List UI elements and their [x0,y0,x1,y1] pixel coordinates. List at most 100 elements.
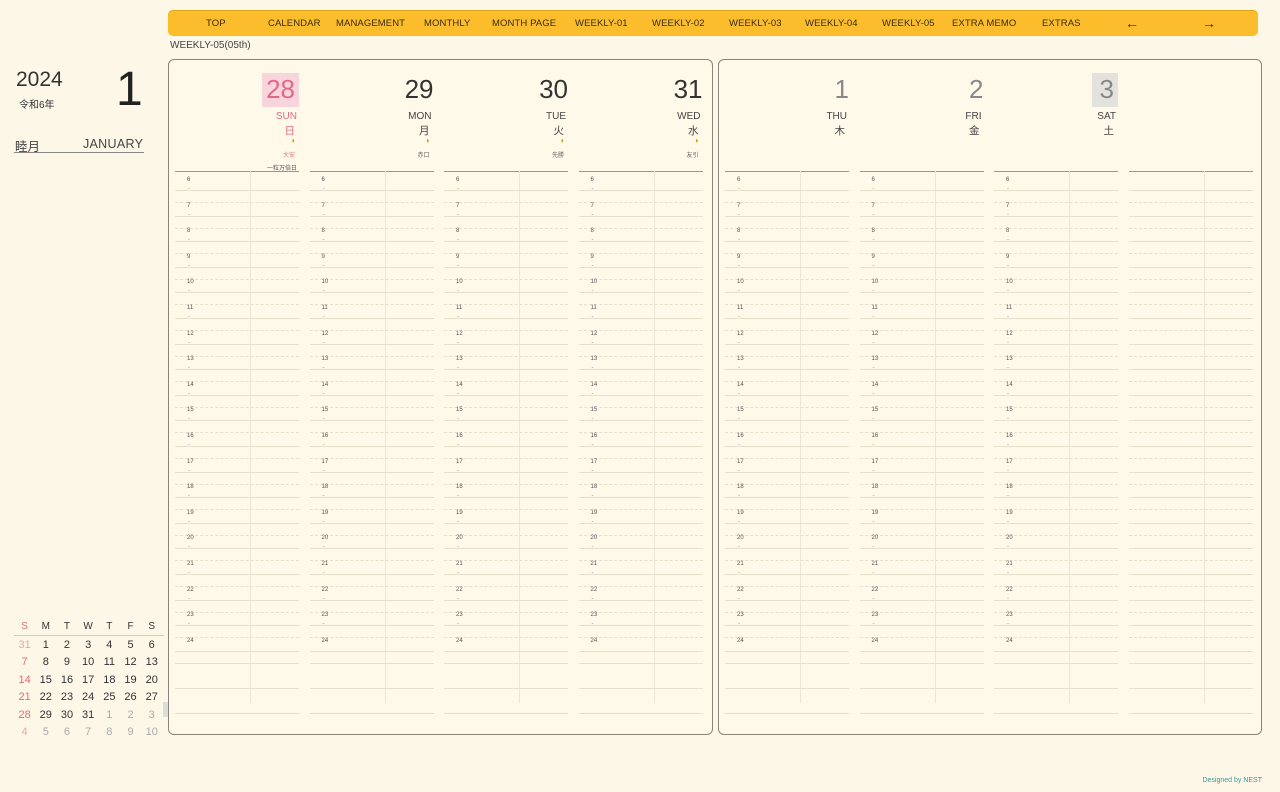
hour-grid-sat[interactable]: 6 - 7 - 8 - 9 - 10 - 11 - 12 - 13 - 14 - 15 - 16 - 17 - 18 - 19 - 20… [994,171,1118,715]
rokuyo-label: 友引 [686,153,699,159]
mini-calendar-day[interactable]: 1 [99,709,120,721]
hour-label: 6 [590,177,594,183]
hour-line [994,625,1118,627]
mini-calendar-day[interactable]: 4 [99,639,120,651]
mini-calendar-day[interactable]: 12 [120,656,141,668]
half-hour-mark: - [591,314,594,320]
mini-calendar-day[interactable]: 29 [35,709,56,721]
hour-line [444,625,568,627]
mini-calendar-day[interactable]: 27 [141,691,162,703]
mini-calendar-day[interactable]: 8 [35,656,56,668]
mini-calendar-day[interactable]: 2 [120,709,141,721]
notes-column[interactable] [1128,171,1253,715]
mini-calendar-day[interactable]: 31 [14,639,35,651]
hour-line [1128,190,1253,191]
half-hour-mark: - [872,570,875,576]
mini-calendar-day[interactable]: 18 [99,674,120,686]
mini-calendar-day[interactable]: 6 [141,639,162,651]
mini-calendar-day[interactable]: 4 [14,726,35,738]
day-number[interactable]: 30 [539,76,568,102]
half-hour-mark: - [322,237,325,244]
day-number[interactable]: 28 [262,73,299,107]
mini-calendar-day[interactable]: 7 [14,656,35,668]
month-number[interactable]: 1 [116,66,143,114]
mini-calendar-day[interactable]: 30 [56,709,77,721]
day-number[interactable]: 31 [674,76,703,102]
nav-month-page[interactable]: MONTH PAGE [492,18,556,29]
hour-line [444,420,568,422]
nav-weekly-02[interactable]: WEEKLY-02 [652,18,705,29]
half-hour-mark: - [188,262,190,269]
mini-calendar-day[interactable]: 3 [141,709,162,721]
day-number[interactable]: 2 [969,76,983,102]
mini-calendar-day[interactable]: 5 [120,639,141,651]
nav-weekly-05[interactable]: WEEKLY-05 [882,18,935,29]
mini-calendar-day[interactable]: 13 [141,656,162,668]
next-arrow-icon[interactable]: → [1202,15,1216,31]
hour-line [578,318,703,319]
mini-calendar-day[interactable]: 21 [14,691,35,703]
half-hour-mark: - [1007,288,1009,295]
hour-line [309,574,434,575]
half-hour-mark: - [188,493,190,500]
hour-grid-thu[interactable]: 6 - 7 - 8 - 9 - 10 - 11 - 12 - 13 - 14 - 15 - 16 - 17 - 18 - 19 - 20… [725,171,849,715]
hour-grid-wed[interactable]: 6 - 7 - 8 - 9 - 10 - 11 - 12 - 13 - 14 - 15 - 16 - 17 - 18 - 19 - 20… [578,171,703,715]
nav-weekly-03[interactable]: WEEKLY-03 [729,18,782,29]
hour-line [578,599,703,601]
nav-calendar[interactable]: CALENDAR [268,18,321,29]
hour-grid-tue[interactable]: 6 - 7 - 8 - 9 - 10 - 11 - 12 - 13 - 14 - 15 - 16 - 17 - 18 - 19 - 20… [444,171,568,715]
mini-calendar-day[interactable]: 3 [78,639,99,651]
mini-calendar-day[interactable]: 10 [141,726,162,738]
mini-calendar-day[interactable]: 15 [35,674,56,686]
memo-line [578,688,703,690]
mini-calendar-day[interactable]: 7 [78,726,99,738]
mini-calendar-day[interactable]: 8 [99,726,120,738]
hour-label: 17 [456,458,463,465]
day-number[interactable]: 3 [1091,73,1118,107]
hour-line [725,394,849,396]
nav-top[interactable]: TOP [206,18,226,29]
mini-calendar-day[interactable]: 26 [120,691,141,703]
mini-calendar-day[interactable]: 31 [78,709,99,721]
mini-calendar-day[interactable]: 1 [35,639,56,651]
hour-label: 8 [456,228,460,235]
half-hour-mark: - [457,288,459,295]
mini-calendar-day[interactable]: 17 [78,674,99,686]
hour-line [859,471,984,473]
mini-calendar-day[interactable]: 2 [56,639,77,651]
hour-grid-mon[interactable]: 6 - 7 - 8 - 9 - 10 - 11 - 12 - 13 - 14 - 15 - 16 - 17 - 18 - 19 - 20… [309,171,434,715]
mini-calendar-day[interactable]: 19 [120,674,141,686]
day-number[interactable]: 1 [835,76,849,102]
hour-grid-sun[interactable]: 6 - 7 - 8 - 9 - 10 - 11 - 12 - 13 - 14 - 15 - 16 - 17 - 18 - 19 - 20… [175,171,299,715]
mini-calendar-day[interactable]: 9 [56,656,77,668]
mini-calendar-day[interactable]: 14 [14,674,35,686]
nav-extras[interactable]: EXTRAS [1042,18,1081,29]
mini-calendar-day[interactable]: 16 [56,674,77,686]
day-number[interactable]: 29 [405,76,434,102]
mini-calendar-day[interactable]: 28 [14,709,35,721]
nav-monthly[interactable]: MONTHLY [424,18,470,29]
hour-line [725,522,849,524]
half-hour-mark: - [322,467,325,474]
mini-calendar-day[interactable]: 11 [99,656,120,668]
half-hour-mark: - [1007,518,1009,525]
mini-calendar-day[interactable]: 5 [35,726,56,738]
mini-calendar-day[interactable]: 22 [35,691,56,703]
mini-calendar-day[interactable]: 10 [78,656,99,668]
nav-extra-memo[interactable]: EXTRA MEMO [952,18,1016,29]
hour-label: 18 [321,484,329,491]
prev-arrow-icon[interactable]: ← [1125,15,1139,31]
mini-calendar-day[interactable]: 6 [56,726,77,738]
hour-line [859,369,984,371]
hour-grid-fri[interactable]: 6 - 7 - 8 - 9 - 10 - 11 - 12 - 13 - 14 - 15 - 16 - 17 - 18 - 19 - 20… [859,171,984,715]
mini-calendar-day[interactable]: 20 [141,674,162,686]
nav-weekly-04[interactable]: WEEKLY-04 [805,18,858,29]
hour-label: 11 [187,305,194,311]
half-hour-mark: - [738,390,740,397]
mini-calendar-day[interactable]: 24 [78,691,99,703]
mini-calendar-day[interactable]: 23 [56,691,77,703]
nav-weekly-01[interactable]: WEEKLY-01 [575,18,628,29]
mini-calendar-day[interactable]: 9 [120,726,141,738]
mini-calendar-day[interactable]: 25 [99,691,120,703]
nav-management[interactable]: MANAGEMENT [336,18,405,29]
